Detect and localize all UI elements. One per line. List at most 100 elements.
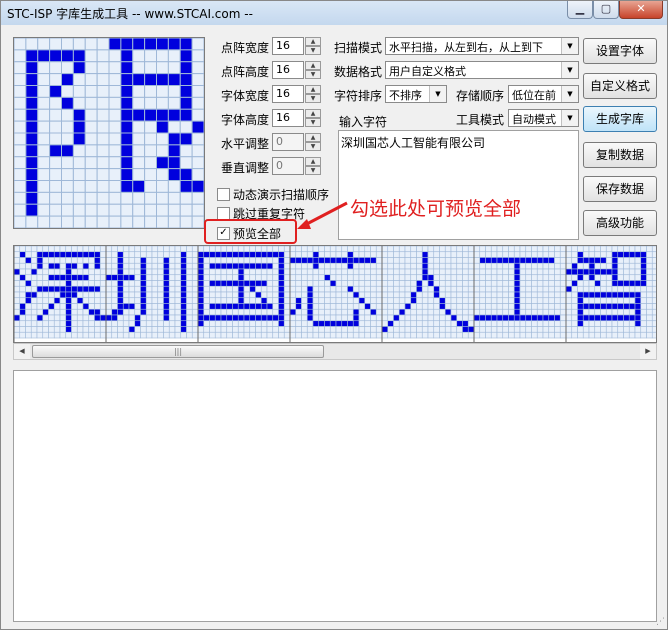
strip-pixel [450,246,458,253]
strip-pixel [559,291,567,299]
strip-pixel [439,303,446,310]
strip-pixel [243,262,251,270]
strip-pixel [347,274,354,281]
strip-pixel [433,297,440,304]
strip-pixel [508,251,515,258]
custom-format-button[interactable]: 自定义格式 [583,73,657,99]
gen-lib-button[interactable]: 生成字库 [583,106,657,132]
strip-pixel [427,251,435,258]
strip-pixel [582,280,590,287]
strip-pixel [295,314,302,322]
strip-pixel [76,331,84,339]
strip-pixel [145,303,153,310]
strip-pixel [301,314,308,322]
strip-pixel [611,303,619,310]
strip-pixel [462,308,469,316]
strip-pixel [272,291,279,299]
strip-pixel [393,326,400,333]
strip-pixel [134,280,141,287]
strip-pixel [243,331,251,339]
strip-pixel [203,326,210,333]
strip-pixel [358,274,366,281]
strip-pixel [582,251,590,258]
strip-pixel [19,274,26,281]
strip-pixel [651,257,656,264]
strip-pixel [128,297,136,304]
strip-pixel [536,257,544,264]
output-textarea[interactable] [13,370,657,622]
strip-pixel [191,291,199,299]
strip-pixel [65,331,72,339]
strip-pixel [329,297,337,304]
strip-pixel [393,268,400,276]
strip-pixel [479,314,486,322]
strip-pixel [456,308,463,316]
strip-pixel [324,246,331,253]
strip-pixel [375,280,383,287]
strip-pixel [249,274,256,281]
strip-pixel [168,320,176,327]
scroll-thumb[interactable]: ||| [32,345,324,358]
strip-pixel [427,308,435,316]
strip-pixel [479,274,486,281]
strip-pixel [53,246,61,253]
strip-pixel [427,303,435,310]
strip-pixel [605,246,613,253]
strip-pixel [364,320,371,327]
strip-pixel [571,326,578,333]
preview-horizontal-scrollbar[interactable]: ◀ ||| ▶ [13,343,657,360]
resize-grip-icon[interactable]: ⋰ [656,617,665,627]
strip-pixel [416,331,423,339]
scroll-left-icon[interactable]: ◀ [14,344,30,359]
strip-pixel [508,257,515,264]
strip-pixel [226,308,233,316]
strip-pixel [76,285,84,293]
strip-pixel [289,314,297,322]
strip-pixel [565,308,573,316]
strip-pixel [554,326,561,333]
strip-pixel [542,274,550,281]
strip-pixel [628,303,636,310]
strip-pixel [186,320,193,327]
strip-pixel [393,303,400,310]
strip-pixel [393,320,400,327]
strip-pixel [640,285,647,293]
strip-pixel [151,246,159,253]
copy-data-button[interactable]: 复制数据 [583,142,657,168]
strip-pixel [513,280,521,287]
strip-pixel [71,285,78,293]
strip-pixel [301,291,308,299]
strip-pixel [600,320,607,327]
strip-pixel [283,320,291,327]
scroll-right-icon[interactable]: ▶ [640,344,656,359]
strip-pixel [36,280,44,287]
strip-pixel [105,262,113,270]
strip-pixel [381,285,389,293]
strip-pixel [174,280,182,287]
strip-pixel [634,291,642,299]
strip-pixel [36,246,44,253]
strip-pixel [628,257,636,264]
strip-pixel [433,285,440,293]
strip-pixel [341,274,348,281]
strip-pixel [548,331,555,339]
advanced-button[interactable]: 高级功能 [583,210,657,236]
strip-pixel [531,251,538,258]
set-font-button[interactable]: 设置字体 [583,38,657,64]
strip-pixel [531,291,538,299]
strip-pixel [111,251,118,258]
strip-pixel [266,274,274,281]
strip-pixel [421,246,429,253]
save-data-button[interactable]: 保存数据 [583,176,657,202]
strip-pixel [163,331,170,339]
strip-pixel [99,268,107,276]
strip-pixel [289,291,297,299]
strip-pixel [536,326,544,333]
strip-pixel [19,268,26,276]
strip-pixel [65,251,72,258]
strip-pixel [548,251,555,258]
strip-pixel [88,251,95,258]
strip-pixel [318,314,325,322]
strip-pixel [186,297,193,304]
strip-pixel [272,257,279,264]
